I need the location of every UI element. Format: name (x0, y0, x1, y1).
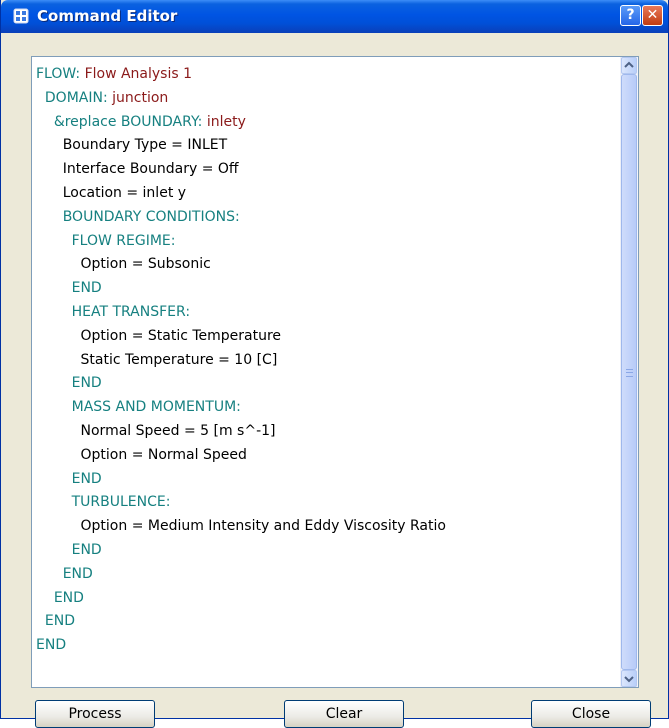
code-line[interactable]: BOUNDARY CONDITIONS: (36, 206, 622, 230)
code-line[interactable]: END (36, 539, 622, 563)
code-line[interactable]: Option = Static Temperature (36, 325, 622, 349)
help-icon: ? (626, 7, 635, 23)
window-close-button[interactable]: ✕ (642, 5, 663, 26)
keyword-text: BOUNDARY CONDITIONS: (62, 208, 240, 225)
value-text: inlety (206, 113, 246, 130)
code-line[interactable]: END (36, 372, 622, 396)
value-text: junction (112, 89, 169, 106)
code-line[interactable]: Static Temperature = 10 [C] (36, 349, 622, 373)
code-line[interactable]: Location = inlet y (36, 182, 622, 206)
code-line[interactable]: END (36, 563, 622, 587)
keyword-text: END (62, 565, 93, 582)
code-line[interactable]: FLOW REGIME: (36, 230, 622, 254)
code-line[interactable]: END (36, 610, 622, 634)
code-line[interactable]: Option = Medium Intensity and Eddy Visco… (36, 515, 622, 539)
keyword-text: END (36, 637, 67, 654)
code-line[interactable]: END (36, 587, 622, 611)
keyword-text: END (44, 613, 76, 630)
code-line[interactable]: END (36, 277, 622, 301)
value-text: Flow Analysis 1 (84, 66, 193, 82)
code-line[interactable]: MASS AND MOMENTUM: (36, 396, 622, 420)
code-line[interactable]: Option = Normal Speed (36, 444, 622, 468)
chevron-up-icon (624, 61, 634, 68)
code-line[interactable]: HEAT TRANSFER: (36, 301, 622, 325)
keyword-text: END (71, 375, 102, 392)
parameter-text: Normal Speed = 5 [m s^-1] (80, 422, 276, 439)
code-line[interactable]: END (36, 468, 622, 492)
keyword-text: DOMAIN: (44, 89, 113, 106)
code-line[interactable]: Boundary Type = INLET (36, 134, 622, 158)
keyword-text: &replace BOUNDARY: (53, 113, 207, 130)
code-line[interactable]: DOMAIN: junction (36, 87, 622, 111)
keyword-text: END (71, 280, 102, 297)
code-line[interactable]: END (36, 634, 622, 658)
keyword-text: FLOW: (36, 66, 85, 82)
code-line[interactable]: &replace BOUNDARY: inlety (36, 111, 622, 135)
process-button[interactable]: Process (35, 700, 155, 728)
help-button[interactable]: ? (620, 5, 641, 26)
command-editor-window: Command Editor ? ✕ FLOW: Flow Analysis 1… (0, 0, 669, 728)
parameter-text: Boundary Type = INLET (62, 137, 228, 154)
window-title: Command Editor (37, 7, 178, 25)
keyword-text: END (71, 541, 102, 558)
command-text[interactable]: FLOW: Flow Analysis 1 DOMAIN: junction &… (32, 57, 622, 687)
title-bar[interactable]: Command Editor ? ✕ (1, 0, 668, 33)
parameter-text: Option = Static Temperature (80, 327, 282, 344)
parameter-text: Location = inlet y (62, 184, 187, 201)
code-line[interactable]: Option = Subsonic (36, 253, 622, 277)
keyword-text: HEAT TRANSFER: (71, 303, 191, 320)
keyword-text: END (53, 589, 84, 606)
chevron-down-icon (624, 676, 634, 683)
command-text-area[interactable]: FLOW: Flow Analysis 1 DOMAIN: junction &… (31, 56, 639, 688)
parameter-text: Option = Normal Speed (80, 446, 247, 463)
scroll-down-button[interactable] (621, 670, 637, 687)
keyword-text: MASS AND MOMENTUM: (71, 399, 241, 416)
code-line[interactable]: Interface Boundary = Off (36, 158, 622, 182)
command-editor-icon (13, 8, 29, 24)
parameter-text: Option = Subsonic (80, 256, 211, 273)
clear-button[interactable]: Clear (284, 700, 404, 728)
close-button[interactable]: Close (531, 700, 651, 728)
grip-icon (626, 369, 633, 377)
scroll-up-button[interactable] (621, 57, 637, 74)
vertical-scrollbar[interactable] (620, 57, 638, 687)
keyword-text: TURBULENCE: (71, 494, 171, 511)
code-line[interactable]: FLOW: Flow Analysis 1 (36, 63, 622, 87)
keyword-text: FLOW REGIME: (71, 232, 176, 249)
parameter-text: Static Temperature = 10 [C] (80, 351, 278, 368)
parameter-text: Interface Boundary = Off (62, 161, 239, 178)
close-icon: ✕ (646, 7, 659, 23)
scroll-thumb[interactable] (621, 74, 637, 670)
keyword-text: END (71, 470, 102, 487)
parameter-text: Option = Medium Intensity and Eddy Visco… (80, 518, 446, 535)
code-line[interactable]: Normal Speed = 5 [m s^-1] (36, 420, 622, 444)
code-line[interactable]: TURBULENCE: (36, 491, 622, 515)
